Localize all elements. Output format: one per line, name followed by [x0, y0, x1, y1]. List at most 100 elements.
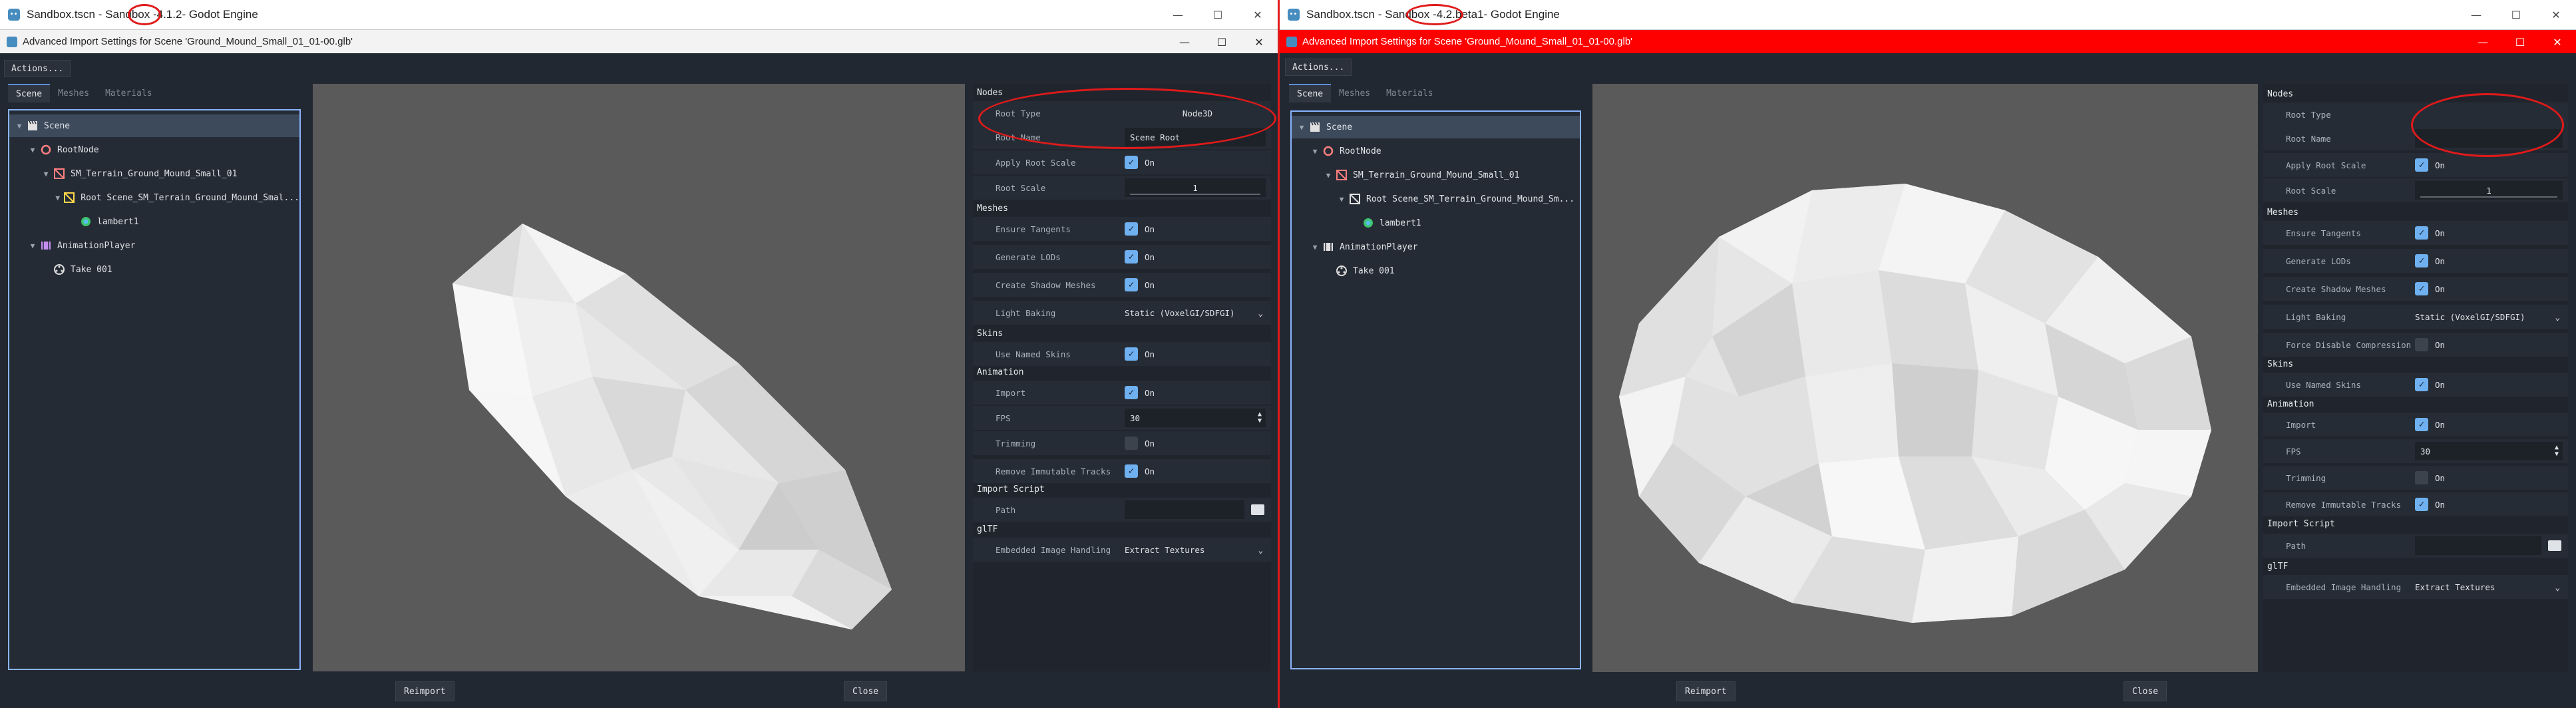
tree-item-animationplayer[interactable]: ▼ AnimationPlayer: [1292, 236, 1580, 258]
dialog-minimize-button[interactable]: —: [2464, 30, 2501, 54]
tree-item-animation[interactable]: Take 001: [9, 258, 299, 281]
annotation-circle-version: [1406, 4, 1463, 25]
apply-root-scale-checkbox[interactable]: ✓ On: [1125, 153, 1266, 172]
prop-label: Embedded Image Handling: [2286, 582, 2402, 592]
chevron-down-icon[interactable]: ▼: [15, 122, 24, 130]
chevron-down-icon[interactable]: ▼: [1310, 147, 1320, 156]
light-baking-select[interactable]: Static (VoxelGI/SDFGI) ⌄: [1125, 303, 1266, 322]
tree-item-root-scene-mesh[interactable]: ▼ Root Scene_SM_Terrain_Ground_Mound_Sm.…: [1292, 188, 1580, 210]
trimming-checkbox[interactable]: ✓ On: [1125, 434, 1266, 452]
chevron-down-icon[interactable]: ▼: [1324, 171, 1333, 180]
dialog-maximize-button[interactable]: ☐: [1203, 30, 1240, 54]
folder-icon[interactable]: [2548, 540, 2561, 551]
maximize-button[interactable]: ☐: [2496, 0, 2536, 29]
remove-immutable-tracks-checkbox[interactable]: ✓ On: [1125, 462, 1266, 480]
section-animation: Animation: [977, 367, 1024, 377]
force-disable-compression-checkbox[interactable]: ✓ On: [2415, 335, 2563, 354]
chevron-down-icon[interactable]: ▼: [1310, 243, 1320, 252]
prop-use-named-skins: Use Named Skins ✓ On: [2263, 373, 2568, 397]
chevron-down-icon: ⌄: [2555, 582, 2560, 592]
close-window-button[interactable]: ✕: [2536, 0, 2576, 29]
path-field[interactable]: [1125, 500, 1244, 519]
ensure-tangents-checkbox[interactable]: ✓ On: [2415, 224, 2563, 242]
path-field[interactable]: [2415, 536, 2541, 555]
reimport-button[interactable]: Reimport: [395, 681, 455, 701]
tree-item-scene[interactable]: ▼ Scene: [9, 114, 299, 137]
chevron-down-icon[interactable]: ▼: [28, 146, 37, 154]
dialog-close-button[interactable]: ✕: [1240, 30, 1278, 54]
prop-label: Generate LODs: [2286, 256, 2351, 266]
root-scale-slider[interactable]: 1: [2415, 181, 2563, 200]
checkmark-icon: ✓: [1125, 222, 1138, 236]
light-baking-select[interactable]: Static (VoxelGI/SDFGI) ⌄: [2415, 307, 2563, 326]
spinner-arrows-icon[interactable]: ▲ ▼: [2555, 444, 2559, 458]
tree-label: Take 001: [1353, 266, 1395, 276]
dialog-minimize-button[interactable]: —: [1166, 30, 1203, 54]
tab-scene[interactable]: Scene: [8, 84, 51, 102]
unchecked-box-icon: ✓: [2415, 471, 2428, 484]
tree-item-animation[interactable]: Take 001: [1292, 260, 1580, 282]
tree-item-scene[interactable]: ▼ Scene: [1292, 116, 1580, 138]
close-window-button[interactable]: ✕: [1238, 0, 1278, 29]
section-gltf: glTF: [2267, 561, 2289, 572]
ensure-tangents-checkbox[interactable]: ✓ On: [1125, 220, 1266, 238]
close-button[interactable]: Close: [2123, 681, 2167, 701]
godot-window-4-2-beta1: Sandbox.tscn - Sandbox - 4.2.beta1 - God…: [1278, 0, 2576, 708]
tree-item-animationplayer[interactable]: ▼ AnimationPlayer: [9, 234, 299, 257]
select-value: Static (VoxelGI/SDFGI): [2415, 311, 2525, 322]
import-checkbox[interactable]: ✓ On: [2415, 415, 2563, 434]
dialog-maximize-button[interactable]: ☐: [2501, 30, 2539, 54]
3d-preview-viewport[interactable]: [1592, 84, 2258, 672]
tree-item-root-scene-mesh[interactable]: ▼ Root Scene_SM_Terrain_Ground_Mound_Sma…: [9, 186, 299, 209]
maximize-button[interactable]: ☐: [1198, 0, 1238, 29]
minimize-button[interactable]: —: [2456, 0, 2496, 29]
chevron-down-icon[interactable]: ▼: [55, 194, 61, 202]
import-checkbox[interactable]: ✓ On: [1125, 383, 1266, 402]
minimize-button[interactable]: —: [1158, 0, 1198, 29]
prop-label: Light Baking: [996, 307, 1056, 318]
chevron-down-icon[interactable]: ▼: [1337, 195, 1346, 204]
fps-spinbox[interactable]: 30 ▲ ▼: [1125, 409, 1266, 427]
embedded-image-handling-select[interactable]: Extract Textures ⌄: [2415, 578, 2563, 596]
tree-item-mesh-node[interactable]: ▼ SM_Terrain_Ground_Mound_Small_01: [9, 162, 299, 185]
create-shadow-meshes-checkbox[interactable]: ✓ On: [2415, 279, 2563, 298]
chevron-down-icon[interactable]: ▼: [41, 170, 51, 178]
tree-item-rootnode[interactable]: ▼ RootNode: [9, 138, 299, 161]
remove-immutable-tracks-checkbox[interactable]: ✓ On: [2415, 495, 2563, 514]
tree-item-material[interactable]: lambert1: [1292, 212, 1580, 234]
prop-label: Root Type: [2286, 109, 2331, 120]
folder-icon[interactable]: [1251, 504, 1264, 515]
tab-meshes[interactable]: Meshes: [1331, 84, 1378, 102]
tab-scene[interactable]: Scene: [1289, 84, 1332, 102]
spinner-arrows-icon[interactable]: ▲ ▼: [1258, 411, 1262, 425]
fps-spinbox[interactable]: 30 ▲ ▼: [2415, 442, 2563, 460]
generate-lods-checkbox[interactable]: ✓ On: [2415, 252, 2563, 270]
3d-preview-viewport[interactable]: [313, 84, 965, 671]
prop-remove-immutable-tracks: Remove Immutable Tracks ✓ On: [973, 459, 1271, 483]
actions-menu-button[interactable]: Actions...: [1285, 59, 1352, 76]
embedded-image-handling-select[interactable]: Extract Textures ⌄: [1125, 540, 1266, 559]
tree-item-rootnode[interactable]: ▼ RootNode: [1292, 140, 1580, 162]
checkmark-icon: ✓: [2415, 254, 2428, 267]
tab-materials[interactable]: Materials: [97, 84, 160, 102]
section-import-script: Import Script: [2267, 518, 2335, 529]
root-scale-slider[interactable]: 1: [1125, 178, 1266, 197]
prop-root-scale: Root Scale 1: [973, 176, 1271, 200]
apply-root-scale-checkbox[interactable]: ✓ On: [2415, 156, 2563, 174]
reimport-button[interactable]: Reimport: [1676, 681, 1736, 701]
tree-item-material[interactable]: lambert1: [9, 210, 299, 233]
chevron-down-icon[interactable]: ▼: [1297, 123, 1306, 132]
use-named-skins-checkbox[interactable]: ✓ On: [2415, 375, 2563, 394]
actions-menu-button[interactable]: Actions...: [4, 60, 71, 77]
chevron-down-icon[interactable]: ▼: [28, 242, 37, 250]
use-named-skins-checkbox[interactable]: ✓ On: [1125, 345, 1266, 363]
tab-meshes[interactable]: Meshes: [50, 84, 97, 102]
create-shadow-meshes-checkbox[interactable]: ✓ On: [1125, 275, 1266, 294]
dialog-close-button[interactable]: ✕: [2539, 30, 2576, 54]
checkmark-icon: ✓: [2415, 226, 2428, 240]
generate-lods-checkbox[interactable]: ✓ On: [1125, 248, 1266, 266]
tree-item-mesh-node[interactable]: ▼ SM_Terrain_Ground_Mound_Small_01: [1292, 164, 1580, 186]
tab-materials[interactable]: Materials: [1378, 84, 1441, 102]
close-button[interactable]: Close: [844, 681, 888, 701]
trimming-checkbox[interactable]: ✓ On: [2415, 468, 2563, 487]
